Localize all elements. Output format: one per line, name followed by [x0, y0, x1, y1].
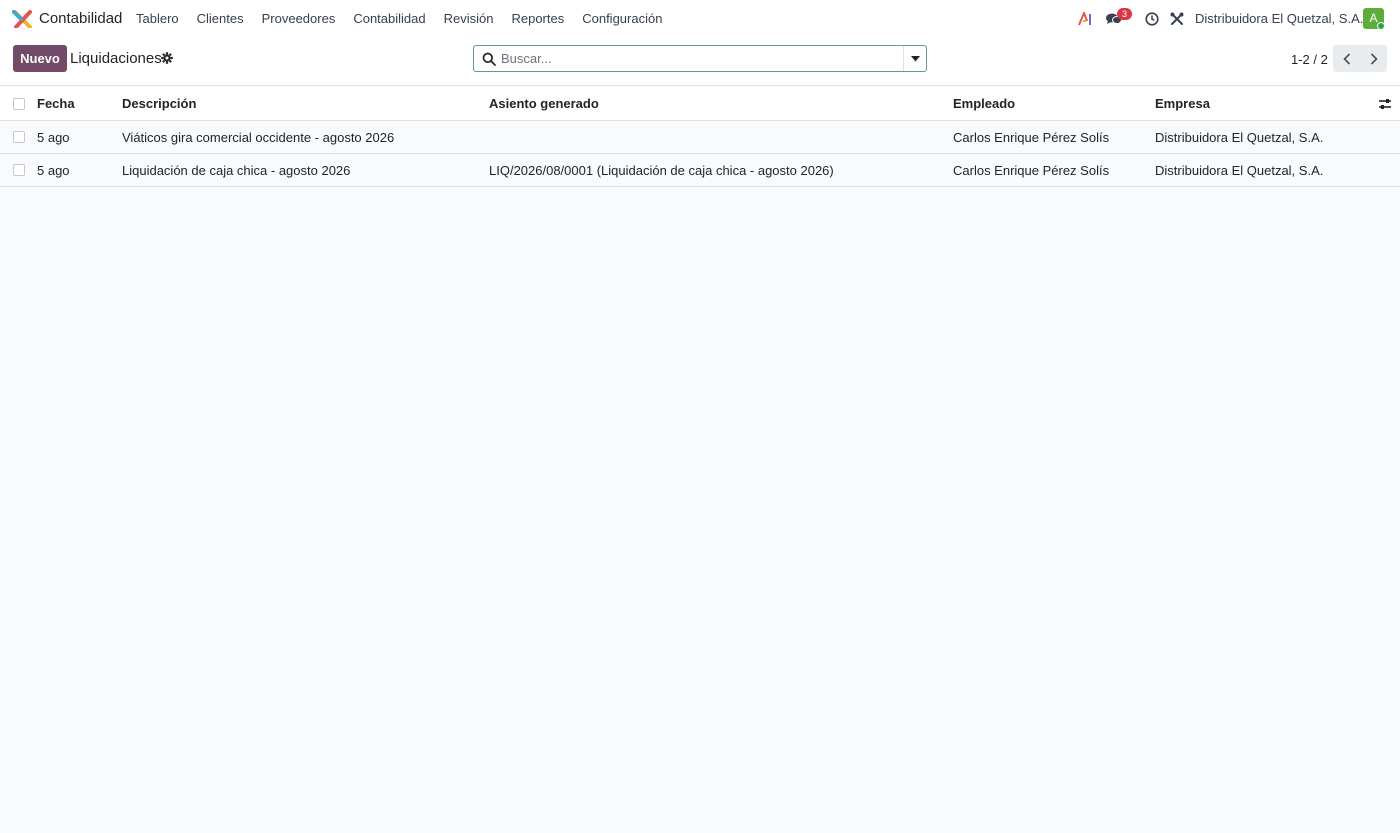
cell-empresa: Distribuidora El Quetzal, S.A. [1155, 130, 1324, 145]
cell-fecha: 5 ago [37, 130, 70, 145]
column-header-descripcion[interactable]: Descripción [122, 87, 196, 121]
top-navbar: Contabilidad Tablero Clientes Proveedore… [0, 0, 1400, 38]
column-header-empresa[interactable]: Empresa [1155, 87, 1210, 121]
menu-item-reportes[interactable]: Reportes [502, 0, 573, 38]
ai-icon[interactable] [1078, 11, 1094, 27]
menu-item-clientes[interactable]: Clientes [188, 0, 253, 38]
menu-item-revision[interactable]: Revisión [435, 0, 503, 38]
table-row[interactable]: 5 ago Liquidación de caja chica - agosto… [0, 154, 1400, 187]
cell-asiento: LIQ/2026/08/0001 (Liquidación de caja ch… [489, 163, 834, 178]
chevron-left-icon [1342, 52, 1350, 65]
cell-empleado: Carlos Enrique Pérez Solís [953, 130, 1110, 145]
list-view: Fecha Descripción Asiento generado Emple… [0, 87, 1400, 187]
cell-descripcion: Liquidación de caja chica - agosto 2026 [122, 163, 351, 178]
row-checkbox[interactable] [13, 131, 25, 143]
menu-item-configuracion[interactable]: Configuración [573, 0, 671, 38]
app-logo-icon[interactable] [12, 10, 32, 28]
search-bar [473, 45, 927, 72]
online-status-dot [1377, 22, 1385, 30]
chevron-right-icon [1370, 52, 1378, 65]
messages-badge: 3 [1117, 8, 1132, 20]
pager-value[interactable]: 1-2 / 2 [1291, 52, 1328, 68]
table-row[interactable]: 5 ago Viáticos gira comercial occidente … [0, 121, 1400, 154]
breadcrumb: Liquidaciones [70, 50, 162, 67]
tools-icon[interactable] [1169, 11, 1185, 27]
cell-empresa: Distribuidora El Quetzal, S.A. [1155, 163, 1324, 178]
column-settings-icon[interactable] [1378, 97, 1392, 111]
row-checkbox[interactable] [13, 164, 25, 176]
caret-down-icon [911, 55, 920, 61]
new-button[interactable]: Nuevo [13, 45, 67, 72]
menu-item-proveedores[interactable]: Proveedores [253, 0, 345, 38]
company-switcher[interactable]: Distribuidora El Quetzal, S.A. [1195, 11, 1363, 27]
search-options-toggle[interactable] [903, 46, 927, 71]
cell-empleado: Carlos Enrique Pérez Solís [953, 163, 1110, 178]
pager-previous-button[interactable] [1333, 45, 1360, 72]
cell-fecha: 5 ago [37, 163, 70, 178]
app-name[interactable]: Contabilidad [39, 10, 122, 28]
main-menu: Tablero Clientes Proveedores Contabilida… [127, 0, 671, 38]
select-all-checkbox[interactable] [13, 98, 25, 110]
cell-descripcion: Viáticos gira comercial occidente - agos… [122, 130, 395, 145]
control-panel: Nuevo Liquidaciones 1-2 / 2 [0, 38, 1400, 86]
gear-icon[interactable] [161, 52, 173, 64]
table-header: Fecha Descripción Asiento generado Emple… [0, 87, 1400, 121]
search-input[interactable] [501, 48, 901, 69]
menu-item-contabilidad[interactable]: Contabilidad [344, 0, 434, 38]
search-icon [482, 52, 496, 66]
clock-icon[interactable] [1144, 11, 1160, 27]
menu-item-tablero[interactable]: Tablero [127, 0, 188, 38]
column-header-empleado[interactable]: Empleado [953, 87, 1015, 121]
pager-next-button[interactable] [1360, 45, 1387, 72]
column-header-asiento[interactable]: Asiento generado [489, 87, 599, 121]
column-header-fecha[interactable]: Fecha [37, 87, 75, 121]
